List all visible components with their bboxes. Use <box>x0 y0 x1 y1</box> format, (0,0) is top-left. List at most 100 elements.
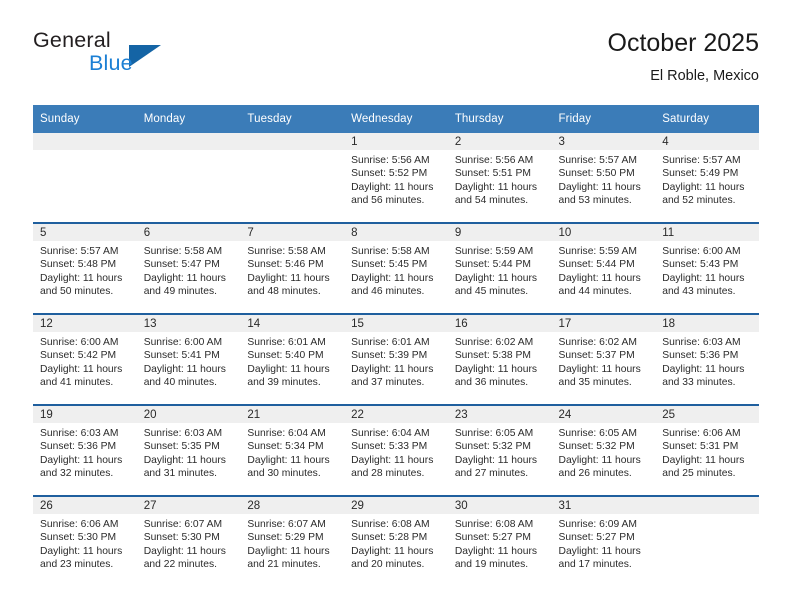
day-box: 20 Sunrise: 6:03 AM Sunset: 5:35 PM Dayligh… <box>136 406 241 495</box>
calendar-day-cell[interactable]: 4 Sunrise: 5:57 AM Sunset: 5:49 PM Daylight… <box>655 133 759 223</box>
sunrise-text: Sunrise: 6:07 AM <box>143 519 223 530</box>
weekday-header-saturday: Saturday <box>655 105 759 133</box>
sunrise-text: Sunrise: 6:04 AM <box>351 428 430 439</box>
weekday-header-thursday: Thursday <box>447 105 552 133</box>
calendar-day-cell[interactable]: 29 Sunrise: 6:08 AM Sunset: 5:28 PM Dayligh… <box>344 495 448 586</box>
sunset-text: Sunset: 5:28 PM <box>351 532 428 544</box>
day-number: 30 <box>447 497 552 514</box>
calendar-day-cell[interactable]: 18 Sunrise: 6:03 AM Sunset: 5:36 PM Dayligh… <box>655 313 759 405</box>
calendar-day-cell[interactable]: 2 Sunrise: 5:56 AM Sunset: 5:51 PM Daylight… <box>447 133 552 223</box>
calendar-body: 1 Sunrise: 5:56 AM Sunset: 5:52 PM Daylight… <box>33 133 759 586</box>
daylight-text: Daylight: 11 hours and 35 minutes. <box>558 363 641 389</box>
day-box: 22 Sunrise: 6:04 AM Sunset: 5:33 PM Dayligh… <box>344 406 448 495</box>
calendar-day-cell[interactable]: 15 Sunrise: 6:01 AM Sunset: 5:39 PM Dayligh… <box>344 313 448 405</box>
day-details: Sunrise: 5:57 AM Sunset: 5:49 PM Daylight:… <box>655 150 759 208</box>
sunrise-text: Sunrise: 5:57 AM <box>40 246 119 257</box>
day-number: 12 <box>33 315 137 332</box>
day-box: 11 Sunrise: 6:00 AM Sunset: 5:43 PM Dayligh… <box>655 224 759 313</box>
calendar-day-cell[interactable]: 11 Sunrise: 6:00 AM Sunset: 5:43 PM Dayligh… <box>655 222 759 314</box>
calendar-day-cell[interactable]: 28 Sunrise: 6:07 AM Sunset: 5:29 PM Dayligh… <box>240 495 345 586</box>
day-box: 1 Sunrise: 5:56 AM Sunset: 5:52 PM Daylight… <box>344 133 448 222</box>
day-box: 5 Sunrise: 5:57 AM Sunset: 5:48 PM Daylight… <box>33 224 137 313</box>
sunrise-text: Sunrise: 6:01 AM <box>247 337 326 348</box>
daylight-text: Daylight: 11 hours and 37 minutes. <box>351 363 434 389</box>
day-number: 5 <box>33 224 137 241</box>
calendar-day-cell[interactable]: 17 Sunrise: 6:02 AM Sunset: 5:37 PM Dayligh… <box>551 313 656 405</box>
day-details: Sunrise: 5:58 AM Sunset: 5:46 PM Daylight:… <box>240 241 344 299</box>
day-details: Sunrise: 5:57 AM Sunset: 5:48 PM Daylight:… <box>33 241 137 299</box>
calendar-day-cell[interactable]: 14 Sunrise: 6:01 AM Sunset: 5:40 PM Dayligh… <box>240 313 345 405</box>
daylight-text: Daylight: 11 hours and 52 minutes. <box>662 181 745 207</box>
day-box: 24 Sunrise: 6:05 AM Sunset: 5:32 PM Dayligh… <box>551 406 656 495</box>
day-box: 2 Sunrise: 5:56 AM Sunset: 5:51 PM Daylight… <box>447 133 552 222</box>
day-box: 31 Sunrise: 6:09 AM Sunset: 5:27 PM Dayligh… <box>551 497 656 586</box>
calendar-day-cell[interactable]: 27 Sunrise: 6:07 AM Sunset: 5:30 PM Dayligh… <box>136 495 241 586</box>
sunset-text: Sunset: 5:38 PM <box>454 350 531 362</box>
daylight-text: Daylight: 11 hours and 50 minutes. <box>40 272 123 298</box>
day-box: 10 Sunrise: 5:59 AM Sunset: 5:44 PM Dayligh… <box>551 224 656 313</box>
sunrise-text: Sunrise: 6:00 AM <box>662 246 741 257</box>
sunset-text: Sunset: 5:41 PM <box>143 350 220 362</box>
day-details: Sunrise: 6:08 AM Sunset: 5:28 PM Daylight:… <box>344 514 448 572</box>
logo-text-general: General <box>33 28 111 52</box>
day-details: Sunrise: 6:02 AM Sunset: 5:38 PM Daylight:… <box>448 332 552 390</box>
calendar-day-cell[interactable]: 20 Sunrise: 6:03 AM Sunset: 5:35 PM Dayligh… <box>136 404 241 496</box>
sunset-text: Sunset: 5:49 PM <box>662 168 739 180</box>
sunset-text: Sunset: 5:50 PM <box>558 168 635 180</box>
calendar-day-cell[interactable]: 10 Sunrise: 5:59 AM Sunset: 5:44 PM Dayligh… <box>551 222 656 314</box>
calendar-day-cell[interactable]: 5 Sunrise: 5:57 AM Sunset: 5:48 PM Daylight… <box>33 222 137 314</box>
day-number: 22 <box>344 406 448 423</box>
day-box: 26 Sunrise: 6:06 AM Sunset: 5:30 PM Dayligh… <box>33 497 137 586</box>
calendar-day-cell[interactable]: 25 Sunrise: 6:06 AM Sunset: 5:31 PM Dayligh… <box>655 404 759 496</box>
calendar-day-cell[interactable] <box>136 133 241 223</box>
calendar-day-cell[interactable]: 8 Sunrise: 5:58 AM Sunset: 5:45 PM Daylight… <box>344 222 448 314</box>
sunrise-text: Sunrise: 5:56 AM <box>351 155 430 166</box>
calendar-day-cell[interactable]: 30 Sunrise: 6:08 AM Sunset: 5:27 PM Dayligh… <box>447 495 552 586</box>
day-details: Sunrise: 6:05 AM Sunset: 5:32 PM Daylight:… <box>448 423 552 481</box>
sunset-text: Sunset: 5:44 PM <box>454 259 531 271</box>
day-number: 20 <box>136 406 241 423</box>
day-box <box>655 497 759 586</box>
daylight-text: Daylight: 11 hours and 33 minutes. <box>662 363 745 389</box>
day-details: Sunrise: 6:06 AM Sunset: 5:31 PM Daylight:… <box>655 423 759 481</box>
sunset-text: Sunset: 5:34 PM <box>247 441 324 453</box>
sunrise-text: Sunrise: 6:03 AM <box>143 428 223 439</box>
sunset-text: Sunset: 5:31 PM <box>662 441 739 453</box>
calendar-day-cell[interactable]: 6 Sunrise: 5:58 AM Sunset: 5:47 PM Daylight… <box>136 222 241 314</box>
calendar-day-cell[interactable] <box>240 133 345 223</box>
daylight-text: Daylight: 11 hours and 48 minutes. <box>247 272 330 298</box>
calendar-day-cell[interactable]: 3 Sunrise: 5:57 AM Sunset: 5:50 PM Daylight… <box>551 133 656 223</box>
weekday-header-sunday: Sunday <box>33 105 137 133</box>
daylight-text: Daylight: 11 hours and 49 minutes. <box>143 272 226 298</box>
calendar-day-cell[interactable]: 21 Sunrise: 6:04 AM Sunset: 5:34 PM Dayligh… <box>240 404 345 496</box>
calendar-day-cell[interactable]: 1 Sunrise: 5:56 AM Sunset: 5:52 PM Daylight… <box>344 133 448 223</box>
day-box: 15 Sunrise: 6:01 AM Sunset: 5:39 PM Dayligh… <box>344 315 448 404</box>
day-details: Sunrise: 5:56 AM Sunset: 5:52 PM Daylight:… <box>344 150 448 208</box>
calendar-day-cell[interactable] <box>33 133 137 223</box>
sunrise-text: Sunrise: 5:59 AM <box>454 246 534 257</box>
calendar-day-cell[interactable]: 16 Sunrise: 6:02 AM Sunset: 5:38 PM Dayligh… <box>447 313 552 405</box>
day-details: Sunrise: 5:58 AM Sunset: 5:45 PM Daylight:… <box>344 241 448 299</box>
day-details: Sunrise: 5:59 AM Sunset: 5:44 PM Daylight:… <box>552 241 656 299</box>
calendar-day-cell[interactable]: 23 Sunrise: 6:05 AM Sunset: 5:32 PM Dayligh… <box>447 404 552 496</box>
day-box: 13 Sunrise: 6:00 AM Sunset: 5:41 PM Dayligh… <box>136 315 241 404</box>
calendar-day-cell[interactable]: 24 Sunrise: 6:05 AM Sunset: 5:32 PM Dayligh… <box>551 404 656 496</box>
sunset-text: Sunset: 5:29 PM <box>247 532 324 544</box>
calendar-day-cell[interactable]: 22 Sunrise: 6:04 AM Sunset: 5:33 PM Dayligh… <box>344 404 448 496</box>
sunset-text: Sunset: 5:27 PM <box>558 532 635 544</box>
calendar-day-cell[interactable]: 13 Sunrise: 6:00 AM Sunset: 5:41 PM Dayligh… <box>136 313 241 405</box>
calendar-day-cell[interactable]: 31 Sunrise: 6:09 AM Sunset: 5:27 PM Dayligh… <box>551 495 656 586</box>
general-blue-logo[interactable]: General Blue <box>33 28 273 88</box>
day-box: 4 Sunrise: 5:57 AM Sunset: 5:49 PM Daylight… <box>655 133 759 222</box>
calendar-day-cell[interactable] <box>655 495 759 586</box>
calendar-day-cell[interactable]: 7 Sunrise: 5:58 AM Sunset: 5:46 PM Daylight… <box>240 222 345 314</box>
calendar-day-cell[interactable]: 26 Sunrise: 6:06 AM Sunset: 5:30 PM Dayligh… <box>33 495 137 586</box>
day-box: 3 Sunrise: 5:57 AM Sunset: 5:50 PM Daylight… <box>551 133 656 222</box>
calendar-day-cell[interactable]: 12 Sunrise: 6:00 AM Sunset: 5:42 PM Dayligh… <box>33 313 137 405</box>
calendar-day-cell[interactable]: 19 Sunrise: 6:03 AM Sunset: 5:36 PM Dayligh… <box>33 404 137 496</box>
day-details: Sunrise: 5:58 AM Sunset: 5:47 PM Daylight:… <box>137 241 241 299</box>
day-number: 31 <box>551 497 656 514</box>
day-number <box>655 497 759 514</box>
calendar-day-cell[interactable]: 9 Sunrise: 5:59 AM Sunset: 5:44 PM Daylight… <box>447 222 552 314</box>
daylight-text: Daylight: 11 hours and 30 minutes. <box>247 454 330 480</box>
